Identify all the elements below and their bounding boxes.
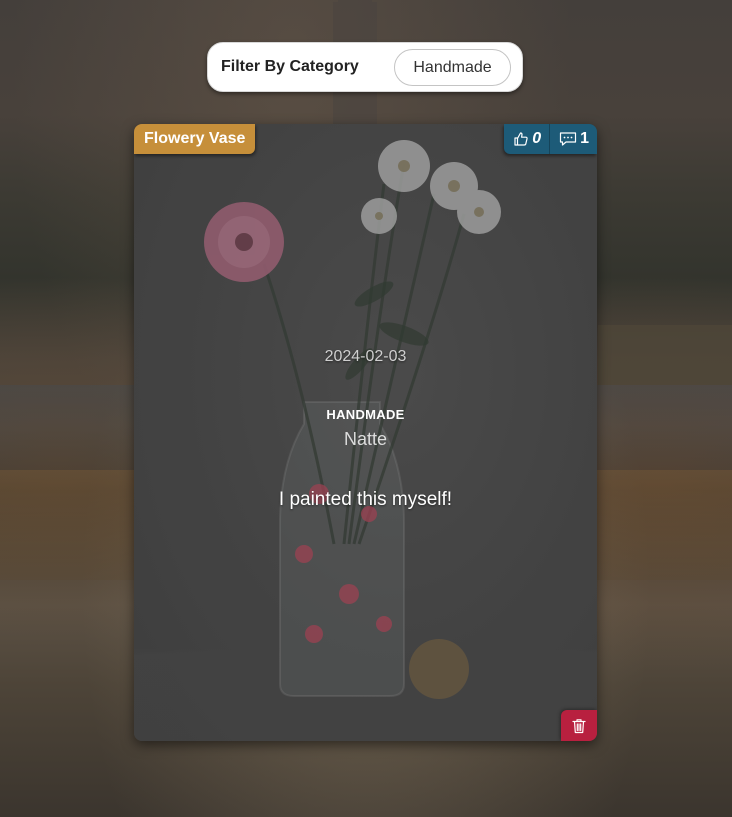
post-date: 2024-02-03	[324, 348, 407, 365]
comment-count: 1	[580, 130, 589, 147]
like-button[interactable]: 0	[504, 124, 551, 154]
thumbs-up-icon	[514, 132, 528, 146]
delete-button[interactable]	[561, 710, 597, 741]
like-count: 0	[532, 130, 542, 147]
post-stats: 0 1	[504, 124, 597, 154]
post-description: I painted this myself!	[278, 489, 453, 510]
post-category: HANDMADE	[326, 407, 405, 422]
post-author: Natte	[343, 429, 388, 449]
comment-icon	[559, 132, 577, 146]
background-house	[598, 325, 732, 385]
post-title: Flowery Vase	[134, 124, 256, 154]
post-card[interactable]: Flowery Vase 0 1 2024-02-03 HANDMADE Nat…	[134, 124, 597, 741]
comment-button[interactable]: 1	[550, 124, 597, 154]
category-filter-bar: Filter By Category Handmade	[207, 42, 523, 92]
category-select[interactable]: Handmade	[394, 49, 511, 86]
trash-icon	[572, 718, 586, 733]
filter-label: Filter By Category	[221, 58, 359, 75]
